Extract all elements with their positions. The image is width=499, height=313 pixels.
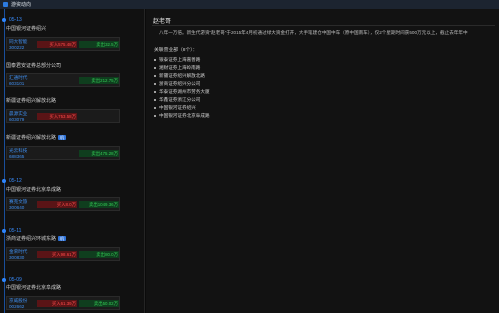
stock-card[interactable]: 晨源实业 603079 买入753.58万 (6, 109, 120, 123)
app-logo-icon (3, 2, 8, 7)
date-header: 05-11 (2, 228, 21, 234)
bullet-icon (154, 99, 156, 101)
dept-name: 新疆证券绍兴解放北路 机 (6, 134, 67, 141)
dept-label: 中国银河证券北京阜成路 (6, 187, 62, 193)
stock-card[interactable]: 金荣时代 300830 买入98.61万 卖出80.0万 (6, 247, 120, 261)
list-item: 浙商证券绍兴分公司 (154, 80, 210, 88)
timeline-panel[interactable]: 05-13 中国银河证券绍兴 同大智能 300222 买入575.48万 卖出3… (0, 9, 145, 313)
list-item: 华泰证券湖州市劳务大厦 (154, 88, 210, 96)
buy-amount: 买入61.39万 (37, 300, 77, 307)
seat-name: 银泰证券上海嘉善路 (159, 57, 201, 62)
dept-label: 国泰君安证券总部分公司 (6, 63, 62, 69)
dept-name: 中国银河证券北京阜成路 (6, 186, 61, 193)
bullet-icon (154, 115, 156, 117)
dept-label: 新疆证券绍兴解放北路 (6, 135, 57, 141)
timeline-line (4, 9, 5, 313)
stock-card[interactable]: 同大智能 300222 买入575.48万 卖出32.5万 (6, 37, 120, 51)
dept-label: 新疆证券绍兴解放北路 (6, 98, 57, 104)
stock-code: 300640 (9, 205, 25, 210)
list-item: 湘财证券上海岭南路 (154, 64, 210, 72)
list-item: 新疆证券绍兴解放北路 (154, 72, 210, 80)
bullet-icon (154, 67, 156, 69)
dept-name: 浙商证券绍兴环城东路 机 (6, 235, 67, 242)
sell-amount: 卖出212.75万 (79, 77, 119, 84)
related-seats-title: 关联营业部（8个）： (154, 48, 198, 53)
date-label: 05-11 (9, 228, 22, 234)
date-label: 05-09 (9, 277, 22, 283)
timeline-dot-icon (2, 179, 6, 183)
seat-name: 中国银河证券绍兴 (159, 105, 196, 110)
stock-card[interactable]: 汇通时代 603101 卖出212.75万 (6, 73, 120, 87)
stock-code: 002662 (9, 304, 25, 309)
sell-amount: 卖出1049.36万 (79, 201, 119, 208)
timeline-dot-icon (2, 229, 6, 233)
stock-code: 300830 (9, 255, 25, 260)
date-header: 05-12 (2, 178, 22, 184)
title-bar: 游资动向 (0, 0, 499, 9)
timeline-dot-icon (2, 18, 6, 22)
bullet-icon (154, 107, 156, 109)
seat-list: 银泰证券上海嘉善路 湘财证券上海岭南路 新疆证券绍兴解放北路 浙商证券绍兴分公司… (154, 56, 210, 120)
seat-name: 湘财证券上海岭南路 (159, 65, 201, 70)
seat-name: 华鑫证券浙江分公司 (159, 97, 201, 102)
buy-amount: 买入753.58万 (37, 113, 77, 120)
stock-card[interactable]: 京威股份 002662 买入61.39万 卖出50.02万 (6, 296, 120, 310)
divider (152, 25, 495, 26)
date-header: 05-13 (2, 17, 22, 23)
stock-card[interactable]: 赛克文旅 300640 买入8.0万 卖出1049.36万 (6, 197, 120, 211)
date-header: 05-09 (2, 277, 22, 283)
bullet-icon (154, 75, 156, 77)
list-item: 中国银河证券绍兴 (154, 104, 210, 112)
seat-name: 浙商证券绍兴分公司 (159, 81, 201, 86)
list-item: 银泰证券上海嘉善路 (154, 56, 210, 64)
institution-badge: 机 (58, 236, 67, 241)
trader-name: 赵老哥 (153, 19, 172, 25)
buy-amount: 买入98.61万 (37, 251, 77, 258)
sell-amount: 卖出475.28万 (79, 150, 119, 157)
dept-label: 中国银河证券绍兴 (6, 26, 47, 32)
detail-panel: 赵老哥 八年一万倍。新生代游资“赵老哥”于2015年4月初通过绿大资金打开，大手… (146, 9, 499, 313)
bullet-icon (154, 83, 156, 85)
dept-label: 浙商证券绍兴环城东路 (6, 236, 57, 242)
buy-amount: 买入575.48万 (37, 41, 77, 48)
sell-amount: 卖出32.5万 (79, 41, 119, 48)
list-item: 华鑫证券浙江分公司 (154, 96, 210, 104)
stock-code: 603079 (9, 117, 25, 122)
timeline-dot-icon (2, 278, 6, 282)
stock-card[interactable]: 光云科技 688365 卖出475.28万 (6, 146, 120, 160)
sell-amount: 卖出80.0万 (79, 251, 119, 258)
trader-intro: 八年一万倍。新生代游资“赵老哥”于2015年4月初通过绿大资金打开，大手笔建仓中… (159, 30, 468, 35)
dept-name: 中国银河证券北京阜成路 (6, 284, 61, 291)
stock-code: 603101 (9, 81, 25, 86)
stock-code: 688365 (9, 154, 25, 159)
dept-label: 中国银河证券北京阜成路 (6, 285, 62, 291)
date-label: 05-12 (9, 178, 22, 184)
list-item: 中国银河证券北京阜成路 (154, 112, 210, 120)
stock-code: 300222 (9, 45, 25, 50)
seat-name: 新疆证券绍兴解放北路 (159, 73, 205, 78)
seat-name: 华泰证券湖州市劳务大厦 (159, 89, 210, 94)
window-title: 游资动向 (11, 2, 32, 8)
dept-name: 中国银河证券绍兴 (6, 25, 46, 32)
date-label: 05-13 (9, 17, 22, 23)
bullet-icon (154, 91, 156, 93)
sell-amount: 卖出50.02万 (79, 300, 119, 307)
buy-amount: 买入8.0万 (37, 201, 77, 208)
dept-name: 国泰君安证券总部分公司 (6, 62, 61, 69)
bullet-icon (154, 59, 156, 61)
institution-badge: 机 (58, 135, 67, 140)
dept-name: 新疆证券绍兴解放北路 (6, 97, 56, 104)
seat-name: 中国银河证券北京阜成路 (159, 113, 210, 118)
